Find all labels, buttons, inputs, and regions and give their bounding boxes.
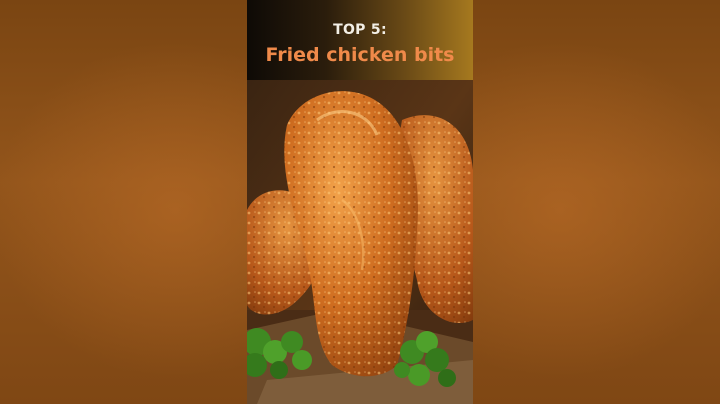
ranking-label: TOP 5: (333, 22, 387, 38)
video-title: Fried chicken bits (265, 44, 455, 66)
short-video-frame[interactable]: TOP 5: Fried chicken bits (247, 0, 473, 404)
fried-chicken-photo (247, 80, 473, 404)
video-thumbnail[interactable]: TOP 5: Fried chicken bits (0, 0, 720, 404)
title-banner: TOP 5: Fried chicken bits (247, 0, 473, 80)
